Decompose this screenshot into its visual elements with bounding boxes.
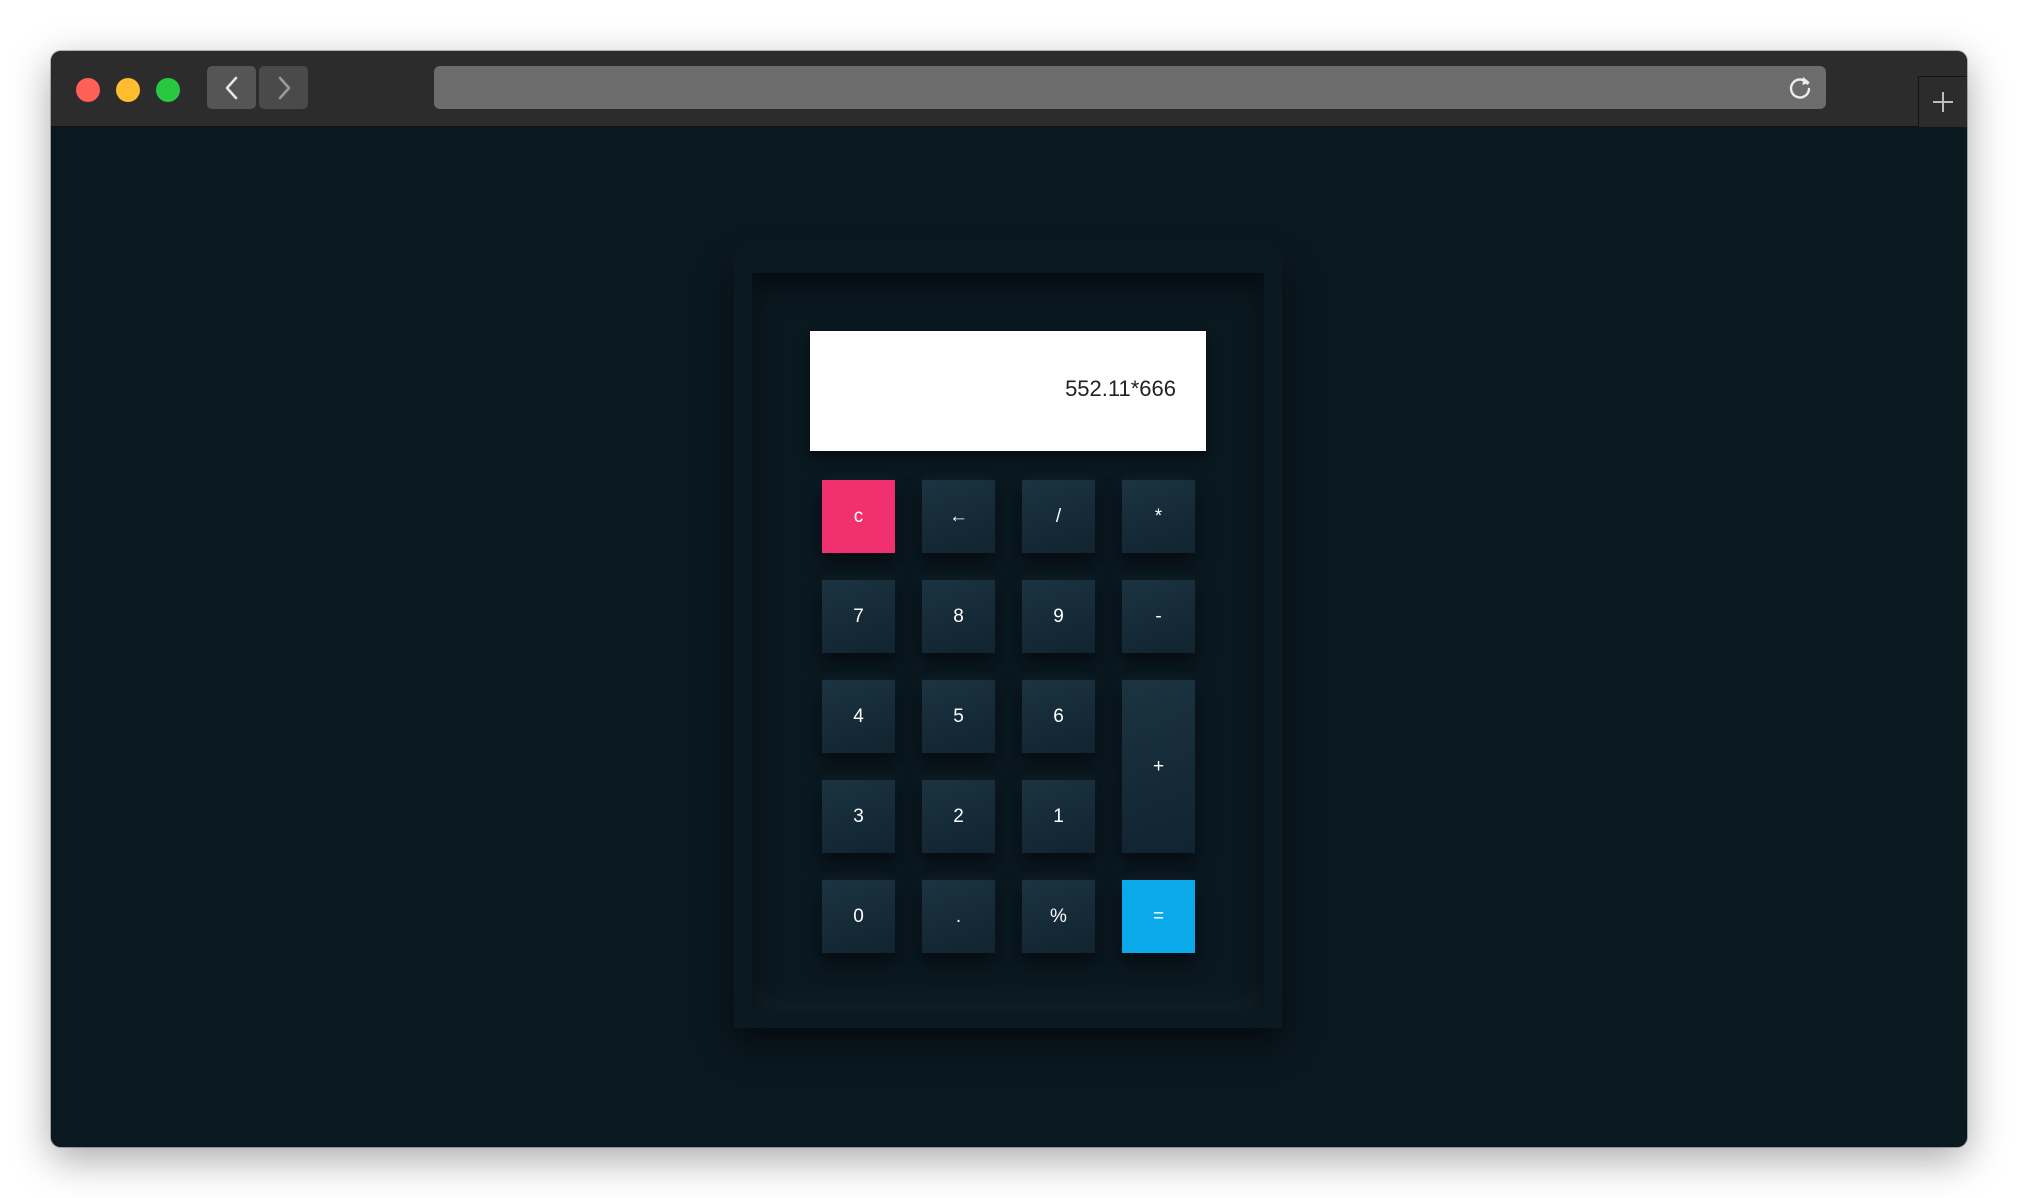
chevron-left-icon (225, 76, 237, 99)
divide-button[interactable]: / (1022, 480, 1095, 553)
plus-button[interactable]: + (1122, 680, 1195, 853)
new-tab-button[interactable] (1918, 76, 1967, 127)
digit-3-button[interactable]: 3 (822, 780, 895, 853)
digit-7-button[interactable]: 7 (822, 580, 895, 653)
browser-window: 552.11*666 c ← / * 7 8 9 - 4 5 6 + 3 2 1… (51, 51, 1967, 1147)
digit-6-button[interactable]: 6 (1022, 680, 1095, 753)
minus-button[interactable]: - (1122, 580, 1195, 653)
backspace-button[interactable]: ← (922, 480, 995, 553)
digit-1-button[interactable]: 1 (1022, 780, 1095, 853)
back-button[interactable] (207, 66, 256, 109)
display-value: 552.11*666 (1065, 376, 1176, 401)
chevron-right-icon (278, 76, 290, 99)
close-window-button[interactable] (76, 78, 100, 102)
calculator-body: 552.11*666 c ← / * 7 8 9 - 4 5 6 + 3 2 1… (752, 273, 1264, 1010)
digit-5-button[interactable]: 5 (922, 680, 995, 753)
percent-button[interactable]: % (1022, 880, 1095, 953)
digit-8-button[interactable]: 8 (922, 580, 995, 653)
calculator-display: 552.11*666 (810, 331, 1206, 451)
calculator: 552.11*666 c ← / * 7 8 9 - 4 5 6 + 3 2 1… (734, 255, 1282, 1028)
multiply-button[interactable]: * (1122, 480, 1195, 553)
minimize-window-button[interactable] (116, 78, 140, 102)
maximize-window-button[interactable] (156, 78, 180, 102)
equals-button[interactable]: = (1122, 880, 1195, 953)
forward-button[interactable] (259, 66, 308, 109)
digit-0-button[interactable]: 0 (822, 880, 895, 953)
decimal-button[interactable]: . (922, 880, 995, 953)
clear-button[interactable]: c (822, 480, 895, 553)
address-bar[interactable] (434, 66, 1826, 109)
page-viewport: 552.11*666 c ← / * 7 8 9 - 4 5 6 + 3 2 1… (51, 127, 1967, 1147)
reload-icon[interactable] (1786, 74, 1814, 102)
digit-2-button[interactable]: 2 (922, 780, 995, 853)
browser-toolbar (51, 51, 1967, 127)
digit-4-button[interactable]: 4 (822, 680, 895, 753)
digit-9-button[interactable]: 9 (1022, 580, 1095, 653)
plus-icon (1933, 92, 1953, 112)
